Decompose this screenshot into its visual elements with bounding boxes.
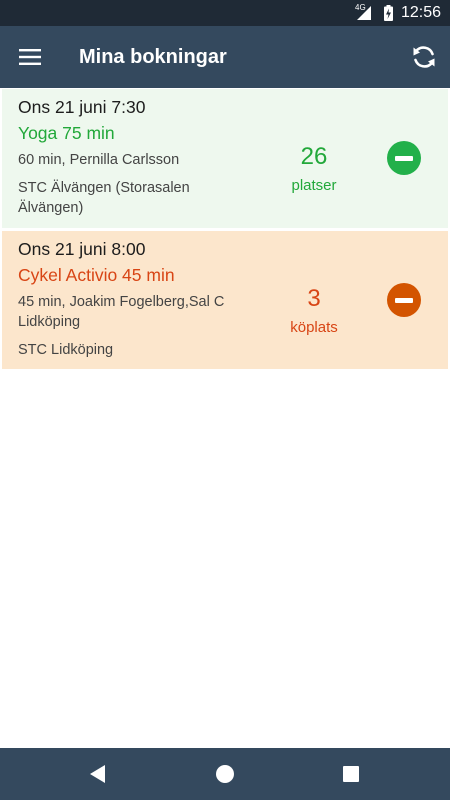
menu-icon[interactable] bbox=[10, 37, 50, 77]
recents-icon[interactable] bbox=[331, 754, 371, 794]
booking-location: STC Älvängen (Storasalen Älvängen) bbox=[18, 180, 190, 216]
booking-card[interactable]: Ons 21 juni 8:00 Cykel Activio 45 min 45… bbox=[2, 231, 448, 370]
spots-label: platser bbox=[291, 177, 337, 194]
booking-class-name: Cykel Activio 45 min bbox=[18, 265, 175, 285]
status-bar: 4G 12:56 bbox=[0, 0, 450, 26]
page-title: Mina bokningar bbox=[79, 46, 227, 68]
booking-description: 45 min, Joakim Fogelberg,Sal C Lidköping bbox=[18, 294, 225, 330]
queue-label: köplats bbox=[290, 319, 338, 336]
booking-description: 60 min, Pernilla Carlsson bbox=[18, 152, 180, 168]
booking-date: Ons 21 juni 7:30 bbox=[18, 97, 146, 117]
queue-position: 3 bbox=[307, 285, 321, 312]
status-time: 12:56 bbox=[401, 4, 442, 21]
signal-icon bbox=[357, 6, 371, 25]
spots-count: 26 bbox=[300, 143, 328, 170]
back-icon[interactable] bbox=[78, 754, 118, 794]
remove-booking-icon[interactable] bbox=[387, 141, 421, 175]
booking-class-name: Yoga 75 min bbox=[18, 123, 115, 143]
app-bar: Mina bokningar bbox=[0, 26, 450, 88]
battery-charging-icon bbox=[384, 5, 393, 26]
remove-booking-icon[interactable] bbox=[387, 283, 421, 317]
refresh-icon[interactable] bbox=[404, 37, 444, 77]
system-nav-bar bbox=[0, 748, 450, 800]
booking-location: STC Lidköping bbox=[18, 342, 114, 358]
booking-card[interactable]: Ons 21 juni 7:30 Yoga 75 min 60 min, Per… bbox=[2, 89, 448, 229]
home-icon[interactable] bbox=[205, 754, 245, 794]
booking-date: Ons 21 juni 8:00 bbox=[18, 239, 146, 259]
